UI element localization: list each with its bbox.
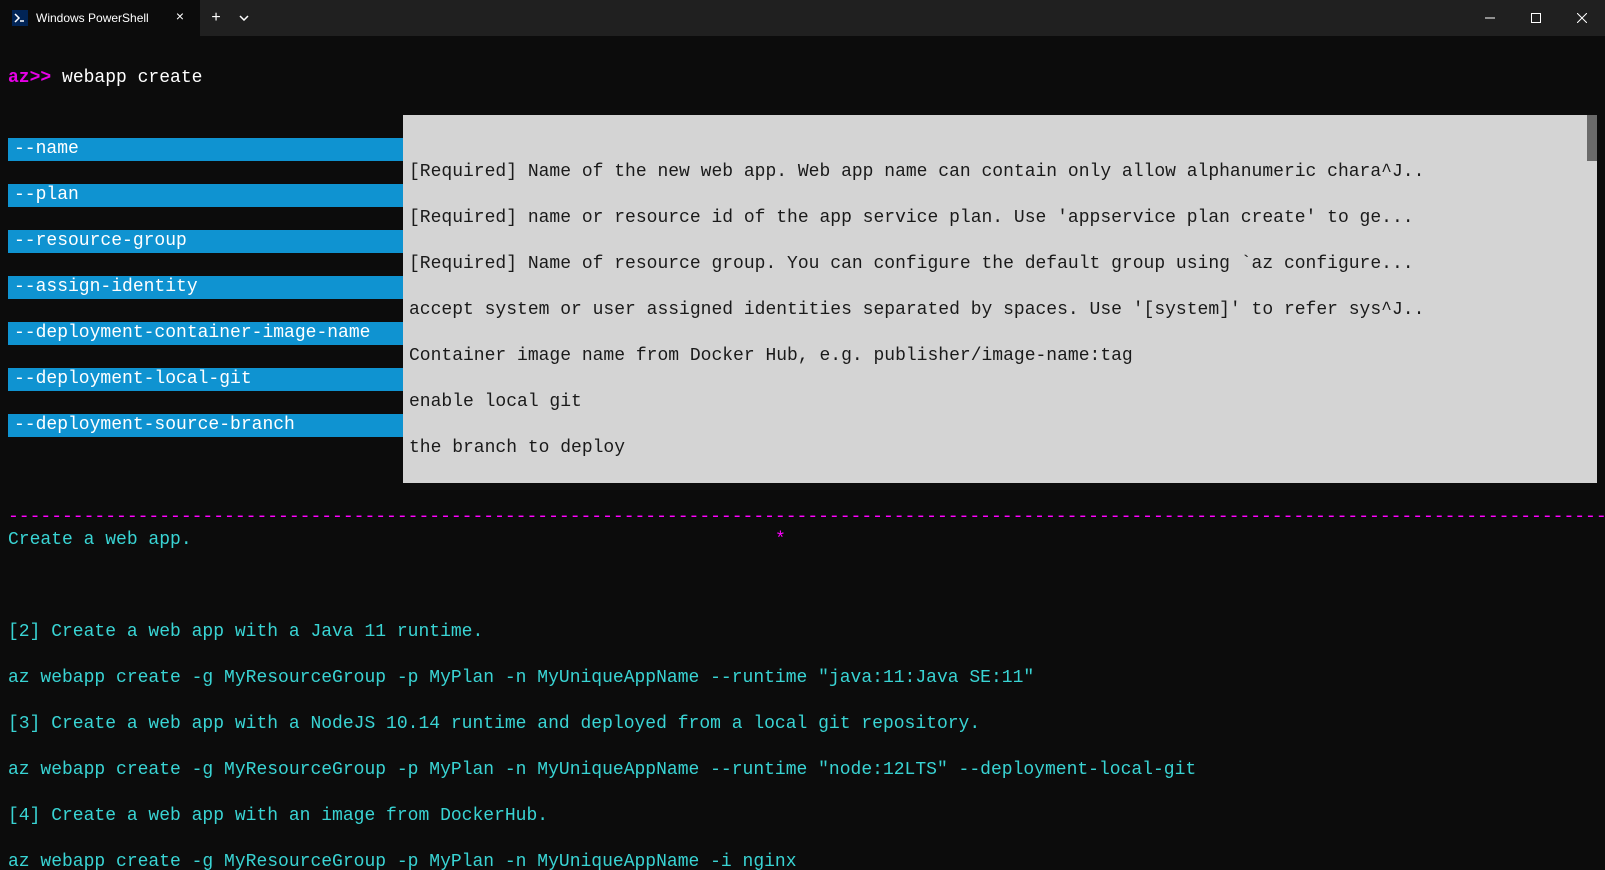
completion-params: --name --plan --resource-group --assign-… xyxy=(8,115,403,483)
example-line: [3] Create a web app with a NodeJS 10.14… xyxy=(8,713,1597,736)
terminal-content[interactable]: az>> webapp create --name --plan --resou… xyxy=(0,36,1605,870)
window-controls xyxy=(1467,0,1605,36)
completion-popup: --name --plan --resource-group --assign-… xyxy=(8,115,1597,483)
completion-desc: [Required] Name of resource group. You c… xyxy=(409,253,1591,276)
completion-desc: the branch to deploy xyxy=(409,437,1591,460)
completion-desc: [Required] name or resource id of the ap… xyxy=(409,207,1591,230)
close-icon[interactable]: × xyxy=(172,10,188,26)
completion-item[interactable]: --plan xyxy=(8,184,403,207)
prompt-input[interactable]: webapp create xyxy=(51,68,202,88)
maximize-button[interactable] xyxy=(1513,0,1559,36)
completion-item[interactable]: --deployment-source-branch xyxy=(8,414,403,437)
star-marker: * xyxy=(775,530,786,550)
example-line: az webapp create -g MyResourceGroup -p M… xyxy=(8,667,1597,690)
powershell-icon xyxy=(12,10,28,26)
close-button[interactable] xyxy=(1559,0,1605,36)
example-line: az webapp create -g MyResourceGroup -p M… xyxy=(8,851,1597,870)
completion-item[interactable]: --assign-identity xyxy=(8,276,403,299)
new-tab-button[interactable]: + xyxy=(200,0,232,36)
completion-item[interactable]: --name xyxy=(8,138,403,161)
chevron-down-icon[interactable] xyxy=(232,0,256,36)
example-line: [2] Create a web app with a Java 11 runt… xyxy=(8,621,1597,644)
prompt-label: az>> xyxy=(8,68,51,88)
completion-desc: enable local git xyxy=(409,391,1591,414)
completion-item[interactable]: --deployment-local-git xyxy=(8,368,403,391)
completion-desc: [Required] Name of the new web app. Web … xyxy=(409,161,1591,184)
completion-desc: accept system or user assigned identitie… xyxy=(409,299,1591,322)
help-title: Create a web app. xyxy=(8,530,192,550)
minimize-button[interactable] xyxy=(1467,0,1513,36)
divider: ----------------------------------------… xyxy=(8,507,1605,527)
completion-descriptions: [Required] Name of the new web app. Web … xyxy=(403,115,1597,483)
completion-item[interactable]: --deployment-container-image-name xyxy=(8,322,403,345)
example-line: [4] Create a web app with an image from … xyxy=(8,805,1597,828)
completion-desc: Container image name from Docker Hub, e.… xyxy=(409,345,1591,368)
titlebar: Windows PowerShell × + xyxy=(0,0,1605,36)
tab-powershell[interactable]: Windows PowerShell × xyxy=(0,0,200,36)
completion-scrollbar[interactable] xyxy=(1587,115,1597,161)
completion-item[interactable]: --resource-group xyxy=(8,230,403,253)
example-line: az webapp create -g MyResourceGroup -p M… xyxy=(8,759,1597,782)
tab-title: Windows PowerShell xyxy=(36,11,164,25)
